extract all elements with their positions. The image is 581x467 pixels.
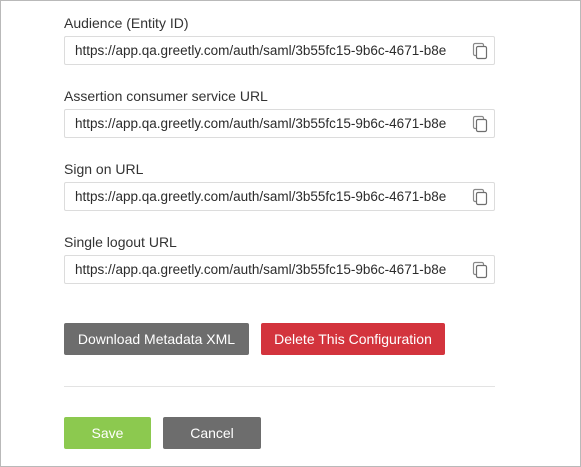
cancel-button[interactable]: Cancel [163,417,261,449]
sign-on-url-input[interactable] [65,183,453,210]
download-metadata-xml-button[interactable]: Download Metadata XML [64,323,249,355]
acs-url-input-wrap [64,109,495,138]
copy-single-logout-url-button[interactable] [468,258,492,282]
audience-input-wrap [64,36,495,65]
single-logout-url-input-wrap [64,255,495,284]
delete-configuration-button[interactable]: Delete This Configuration [261,323,445,355]
single-logout-url-input[interactable] [65,256,453,283]
acs-url-label: Assertion consumer service URL [64,88,268,104]
copy-icon [471,188,489,206]
single-logout-url-label: Single logout URL [64,234,177,250]
copy-sign-on-url-button[interactable] [468,185,492,209]
sign-on-url-label: Sign on URL [64,161,144,177]
save-button[interactable]: Save [64,417,151,449]
copy-acs-url-button[interactable] [468,112,492,136]
audience-field-group: Audience (Entity ID) [64,15,495,65]
copy-audience-button[interactable] [468,39,492,63]
divider [64,386,495,387]
audience-input[interactable] [65,37,453,64]
acs-url-input[interactable] [65,110,453,137]
sign-on-url-input-wrap [64,182,495,211]
sign-on-url-field-group: Sign on URL [64,161,495,211]
saml-configuration-panel: Audience (Entity ID) Assertion consumer … [0,0,581,467]
acs-url-field-group: Assertion consumer service URL [64,88,495,138]
copy-icon [471,115,489,133]
copy-icon [471,261,489,279]
copy-icon [471,42,489,60]
single-logout-url-field-group: Single logout URL [64,234,495,284]
audience-label: Audience (Entity ID) [64,15,189,31]
